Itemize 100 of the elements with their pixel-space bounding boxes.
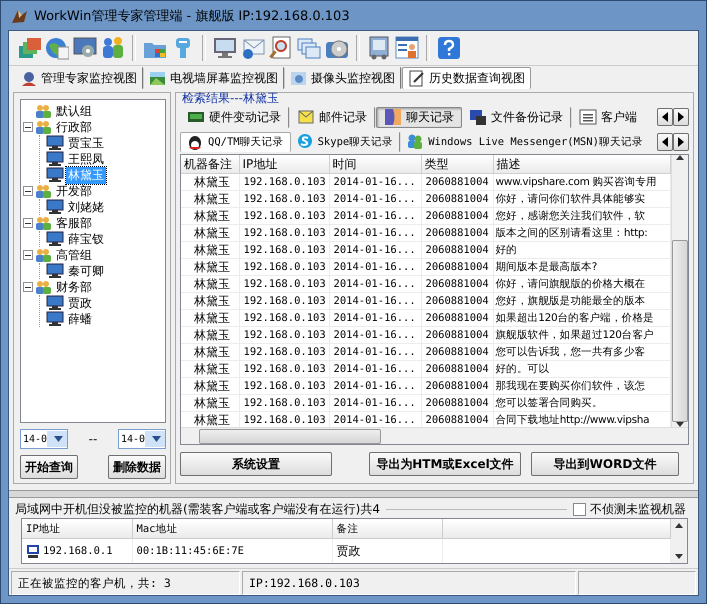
date-separator: -- [88, 432, 98, 446]
record-tab[interactable]: 聊天记录 [376, 106, 462, 128]
date-picker[interactable]: 14-0 [118, 429, 166, 449]
table-cell: 您可以告诉我，您一共有多少客 [493, 344, 670, 360]
buddies-icon [407, 133, 424, 150]
column-header[interactable]: 备注 [332, 519, 442, 538]
tree-item[interactable]: 行政部 [54, 118, 94, 136]
table-cell: 2060881004 [421, 310, 493, 326]
column-header[interactable]: IP地址 [22, 519, 132, 538]
table-cell: 192.168.0.103 [239, 208, 329, 224]
view-tab[interactable]: 历史数据查询视图 [402, 67, 531, 89]
tree-item[interactable]: 客服部 [54, 214, 94, 232]
window-list-icon [579, 108, 597, 126]
tree-item[interactable]: 贾宝玉 [66, 134, 106, 152]
collapse-toggle[interactable] [23, 250, 33, 260]
status-text: 正在被监控的客户机，共: 3 [18, 576, 171, 590]
chat-tab[interactable]: Windows Live Messenger(MSN)聊天记录 [401, 132, 643, 152]
column-header[interactable]: 时间 [329, 155, 421, 174]
envelope-icon [297, 108, 315, 126]
tree-item[interactable]: 秦可卿 [66, 262, 106, 280]
table-cell: 林黛玉 [181, 326, 239, 344]
table-cell: 您好，旗舰版是功能最全的版本 [493, 292, 670, 310]
chat-tab[interactable]: Skype聊天记录 [290, 132, 402, 152]
record-tab[interactable]: 客户端 [572, 106, 639, 128]
view-tab[interactable]: 电视墙屏幕监控视图 [144, 67, 285, 89]
table-cell: 192.168.0.103 [239, 326, 329, 344]
table-cell: 2060881004 [421, 378, 493, 394]
table-cell: 林黛玉 [181, 174, 239, 190]
collapse-toggle[interactable] [23, 186, 33, 196]
monitor-icon[interactable] [213, 36, 237, 60]
scroll-up-icon [676, 155, 684, 160]
users-icon[interactable] [101, 36, 125, 60]
tree-item[interactable]: 刘姥姥 [66, 198, 106, 216]
table-cell: 2060881004 [421, 190, 493, 208]
people-icon [35, 119, 52, 135]
table-cell: 期间版本是最高版本? [493, 258, 670, 276]
scroll-down-icon [675, 554, 684, 559]
table-cell: 192.168.0.103 [239, 242, 329, 258]
collapse-toggle[interactable] [23, 218, 33, 228]
people-icon [35, 247, 52, 263]
column-header[interactable]: 描述 [493, 155, 670, 174]
collapse-toggle[interactable] [23, 282, 33, 292]
scrollbar-thumb[interactable] [199, 428, 381, 444]
table-cell: 林黛玉 [181, 224, 239, 242]
tree-item[interactable]: 高管组 [54, 246, 94, 264]
help-icon[interactable] [437, 36, 461, 60]
scroll-left-button[interactable] [657, 132, 673, 150]
table-cell: 2014-01-16... [329, 344, 421, 360]
chat-face-icon [384, 108, 402, 126]
chat-tab[interactable]: QQ/TM聊天记录 [180, 132, 291, 152]
column-header[interactable]: Mac地址 [132, 519, 332, 538]
scroll-right-button[interactable] [673, 108, 689, 126]
settings-button[interactable]: 系统设置 [180, 452, 332, 476]
tree-item[interactable]: 王熙凤 [66, 150, 106, 168]
delete-button[interactable]: 删除数据 [108, 455, 166, 479]
detect-checkbox[interactable]: 不侦测未监视机器 [573, 500, 692, 518]
tree-item[interactable]: 薛宝钗 [66, 230, 106, 248]
table-cell: 2014-01-16... [329, 292, 421, 310]
table-cell: 2060881004 [421, 344, 493, 360]
table-cell: 版本之间的区别请看这里：http: [493, 224, 670, 242]
table-cell: 林黛玉 [181, 208, 239, 224]
query-button[interactable]: 开始查询 [20, 455, 78, 479]
monitor-icon [46, 151, 64, 167]
scrollbar-thumb[interactable] [672, 240, 688, 422]
table-cell: 2014-01-16... [329, 224, 421, 242]
column-header[interactable]: IP地址 [239, 155, 329, 174]
table-cell: 2060881004 [421, 258, 493, 276]
record-tab[interactable]: 硬件变动记录 [180, 106, 290, 128]
tree-item[interactable]: 财务部 [54, 278, 94, 296]
table-cell: 你好，请问旗舰版的价格大概在 [493, 276, 670, 292]
windows-icon[interactable] [17, 36, 41, 60]
monitor-icon [46, 199, 64, 215]
document-search-icon[interactable] [269, 36, 293, 60]
tree-item[interactable]: 贾政 [66, 294, 94, 312]
export-word-button[interactable]: 导出到WORD文件 [531, 452, 679, 476]
export-html-button[interactable]: 导出为HTM或Excel文件 [369, 452, 521, 476]
column-header[interactable]: 类型 [421, 155, 493, 174]
windows-icon[interactable] [297, 36, 321, 60]
scroll-left-button[interactable] [657, 108, 673, 126]
date-picker[interactable]: 14-0 [20, 429, 68, 449]
monitor-icon [46, 167, 64, 183]
table-cell: 2014-01-16... [329, 326, 421, 344]
column-header[interactable]: 机器备注 [181, 155, 239, 174]
notepad-pencil-icon [408, 70, 425, 87]
table-cell: 00:1B:11:45:6E:7E [136, 545, 244, 557]
monitor-icon [46, 135, 64, 151]
globe-document-icon[interactable] [45, 36, 69, 60]
table-cell: 林黛玉 [181, 344, 239, 360]
view-tab[interactable]: 管理专家监控视图 [15, 67, 144, 89]
table-cell: 192.168.0.103 [239, 394, 329, 412]
record-tab[interactable]: 文件备份记录 [462, 106, 572, 128]
table-cell: 2014-01-16... [329, 242, 421, 258]
table-cell: 旗舰版软件，如果超过120台客户 [493, 326, 670, 344]
collapse-toggle[interactable] [23, 122, 33, 132]
scroll-right-button[interactable] [673, 132, 689, 150]
contact-card-icon[interactable] [395, 36, 419, 60]
tree-item[interactable]: 开发部 [54, 182, 94, 200]
tree-item[interactable]: 薛蟠 [66, 310, 94, 328]
window-title: WorkWin管理专家管理端 - 旗舰版 IP:192.168.0.103 [34, 8, 350, 24]
tree-item[interactable]: 默认组 [54, 102, 94, 120]
